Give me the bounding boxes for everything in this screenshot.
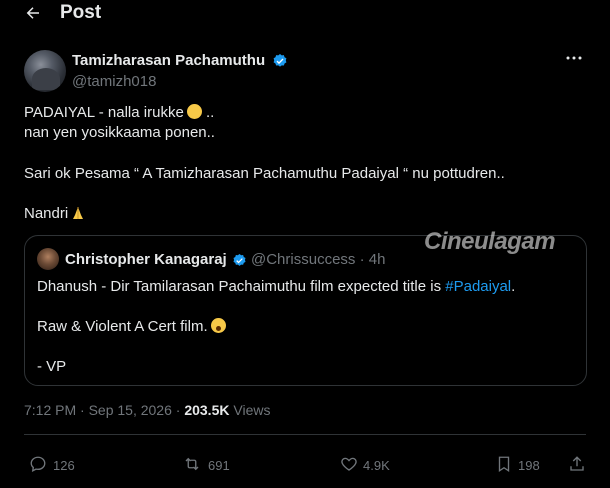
quoted-line-3: - VP [37, 358, 67, 375]
share-icon [570, 456, 584, 471]
folded-hands-icon [73, 207, 84, 219]
tweet-line-2: nan yen yosikkaama ponen.. [24, 124, 215, 141]
reply-button[interactable]: 126 [29, 455, 89, 475]
bookmark-icon [498, 456, 510, 473]
tweet-line-4: Nandri [24, 205, 584, 222]
tweet-line-1-suffix: .. [201, 104, 215, 121]
like-count: 4.9K [363, 458, 390, 473]
quoted-line-1-prefix: Dhanush - Dir Tamilarasan Pachaimuthu fi… [37, 278, 446, 295]
reply-icon [30, 456, 46, 472]
quoted-author-name: Christopher Kanagaraj [65, 251, 227, 268]
quoted-line-2: Raw & Violent A Cert film. [37, 318, 226, 335]
tweet-line-3: Sari ok Pesama “ A Tamizharasan Pachamut… [24, 165, 505, 182]
bookmark-button[interactable]: 198 [495, 455, 555, 475]
quoted-line-1: Dhanush - Dir Tamilarasan Pachaimuthu fi… [37, 278, 515, 295]
share-button[interactable] [568, 455, 588, 475]
repost-button[interactable]: 691 [182, 455, 242, 475]
post-timestamp[interactable]: 7:12 PM · Sep 15, 2026 · [24, 402, 184, 418]
author-avatar[interactable] [24, 50, 66, 92]
tweet-line-4-text: Nandri [24, 205, 69, 222]
verified-badge-icon [273, 54, 287, 67]
views-label: Views [229, 402, 271, 418]
quoted-line-2-text: Raw & Violent A Cert film. [37, 318, 208, 335]
like-button[interactable]: 4.9K [340, 455, 400, 475]
tweet-line-1-text: PADAIYAL - nalla irukke [24, 104, 184, 121]
verified-badge-icon [233, 253, 246, 266]
quoted-author-handle: @Chrissuccess · 4h [251, 251, 386, 268]
hashtag-link[interactable]: #Padaiyal [445, 278, 511, 295]
thinking-face-icon [186, 104, 202, 119]
more-icon[interactable] [566, 53, 582, 63]
header: Post [0, 0, 610, 28]
bookmark-count: 198 [518, 458, 540, 473]
back-arrow-icon[interactable] [24, 4, 42, 22]
post-meta: 7:12 PM · Sep 15, 2026 · 203.5K Views [24, 402, 270, 418]
quoted-line-1-suffix: . [511, 278, 516, 295]
like-icon [341, 457, 357, 471]
screaming-face-icon [210, 318, 226, 333]
author-handle[interactable]: @tamizh018 [72, 73, 156, 90]
quoted-author-avatar [37, 248, 59, 270]
author-name[interactable]: Tamizharasan Pachamuthu [72, 52, 265, 69]
quoted-post[interactable]: Christopher Kanagaraj @Chrissuccess · 4h… [24, 235, 587, 386]
divider [24, 434, 586, 435]
tweet-line-1: PADAIYAL - nalla irukke .. [24, 104, 584, 121]
repost-icon [185, 457, 199, 471]
views-count: 203.5K [184, 402, 230, 418]
page-title: Post [60, 2, 102, 23]
reply-count: 126 [53, 458, 75, 473]
repost-count: 691 [208, 458, 230, 473]
watermark-logo: Cineulagam [424, 228, 556, 255]
